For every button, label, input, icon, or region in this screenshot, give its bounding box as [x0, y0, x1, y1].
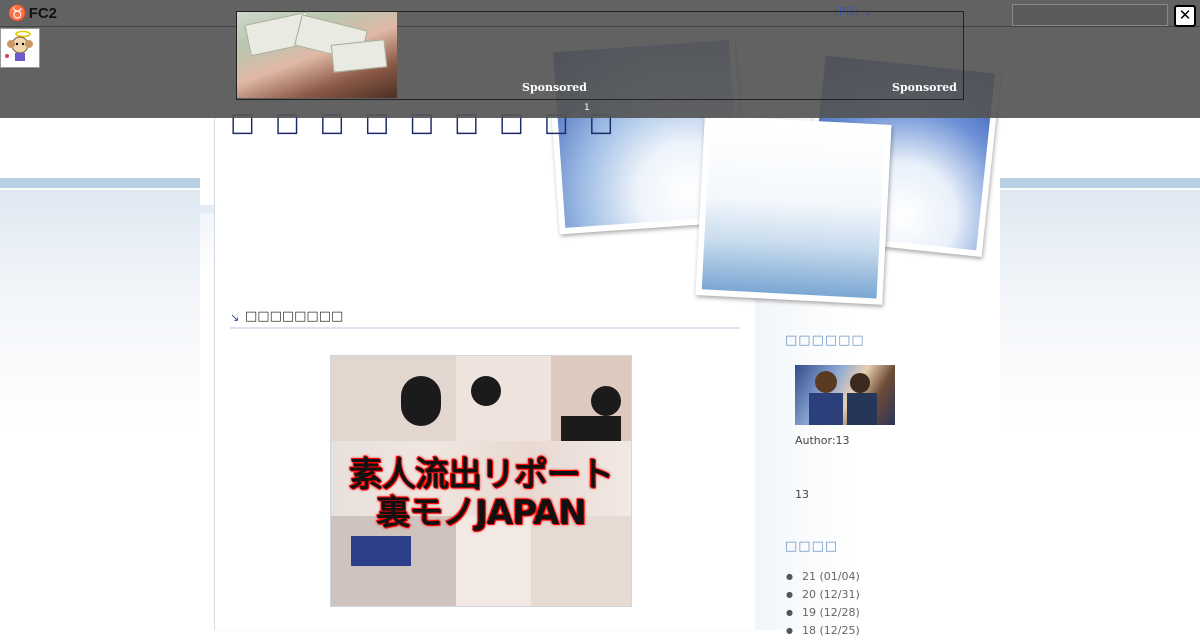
archive-item[interactable]: 19 (12/28) — [786, 604, 860, 622]
entry-image-tile — [401, 376, 441, 426]
archive-list: 21 (01/04) 20 (12/31) 19 (12/28) 18 (12/… — [786, 568, 860, 640]
entry-image-tile — [561, 416, 621, 441]
author-avatar — [795, 365, 895, 425]
archive-item[interactable]: 20 (12/31) — [786, 586, 860, 604]
fc2-mascot-icon[interactable] — [0, 28, 40, 68]
entry-image-caption-line-2: 裏モノJAPAN — [376, 493, 587, 533]
entry-title-link[interactable]: □□□□□□□□ — [245, 309, 343, 324]
archive-item-link[interactable]: 18 (12/25) — [802, 624, 860, 637]
close-ad-button[interactable]: ✕ — [1174, 5, 1196, 27]
sponsored-label[interactable]: Sponsored — [892, 81, 957, 94]
archive-heading: □□□□ — [785, 539, 839, 554]
archive-item-link[interactable]: 20 (12/31) — [802, 588, 860, 601]
fc2-search-input[interactable] — [1012, 4, 1168, 26]
entry-image-tile — [351, 536, 411, 566]
sponsored-ad-thumbnail[interactable] — [237, 11, 397, 98]
profile-heading: □□□□□□ — [785, 333, 865, 348]
close-icon: ✕ — [1178, 6, 1192, 24]
entry-image-tile — [471, 376, 501, 406]
sponsored-label[interactable]: Sponsored — [522, 81, 587, 94]
fc2-logo-text: FC2 — [28, 5, 58, 22]
entry-image-caption-line-1: 素人流出リポート — [349, 455, 614, 495]
author-label: Author:13 — [795, 434, 850, 447]
entry-image[interactable]: 素人流出リポート 裏モノJAPAN — [330, 355, 632, 607]
entry-image-caption: 素人流出リポート 裏モノJAPAN — [331, 456, 631, 532]
entry-image-tile — [591, 386, 621, 416]
ad-slide-indicator: 1 — [584, 103, 590, 113]
profile-text: 13 — [795, 488, 809, 501]
arrow-down-right-icon: ↘ — [230, 311, 240, 324]
archive-item[interactable]: 18 (12/25) — [786, 622, 860, 640]
ad-banknote-image — [330, 39, 388, 73]
entry-title: ↘ □□□□□□□□ — [230, 309, 740, 329]
archive-item[interactable]: 21 (01/04) — [786, 568, 860, 586]
fc2-logo-icon: ♉ — [8, 5, 27, 22]
archive-item-link[interactable]: 21 (01/04) — [802, 570, 860, 583]
header-sky-photo-3 — [695, 115, 892, 305]
entry-image-tile — [456, 356, 551, 441]
fc2-logo[interactable]: ♉ FC2 — [8, 4, 57, 22]
archive-item-link[interactable]: 19 (12/28) — [802, 606, 860, 619]
